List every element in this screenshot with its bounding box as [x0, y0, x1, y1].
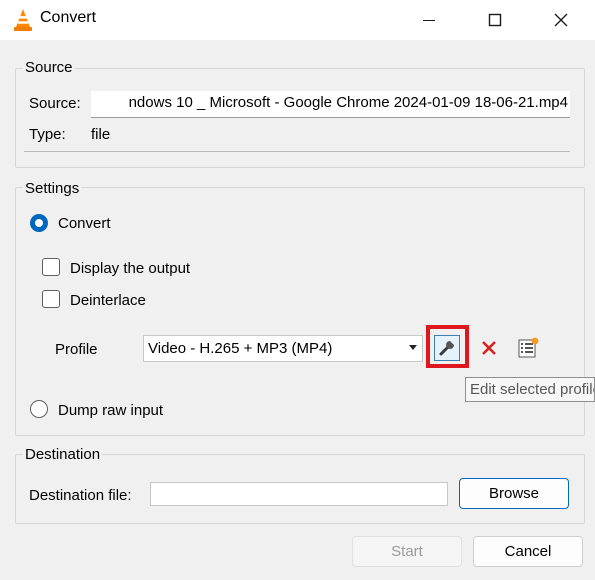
display-output-label[interactable]: Display the output [70, 260, 190, 277]
source-divider [24, 151, 570, 152]
profile-dropdown[interactable]: Video - H.265 + MP3 (MP4) [143, 335, 423, 362]
settings-group-title: Settings [23, 180, 82, 197]
source-label: Source: [29, 95, 81, 112]
red-x-icon [482, 341, 496, 355]
minimize-button[interactable] [406, 0, 452, 40]
display-output-checkbox[interactable] [42, 258, 60, 276]
destination-file-input[interactable] [150, 482, 448, 506]
type-value: file [91, 126, 111, 143]
deinterlace-label[interactable]: Deinterlace [70, 292, 146, 309]
browse-button[interactable]: Browse [459, 478, 569, 509]
highlight-box [426, 325, 469, 368]
vlc-cone-icon [14, 9, 32, 31]
start-button[interactable]: Start [352, 536, 462, 567]
source-group-title: Source [23, 59, 75, 76]
dump-raw-label[interactable]: Dump raw input [58, 402, 163, 419]
maximize-icon [488, 13, 502, 27]
tooltip: Edit selected profile [465, 377, 595, 402]
convert-label[interactable]: Convert [58, 215, 111, 232]
source-group [15, 68, 585, 168]
close-icon [554, 13, 568, 27]
chevron-down-icon [409, 345, 417, 350]
window-title: Convert [40, 9, 97, 26]
delete-profile-button[interactable] [476, 335, 502, 361]
maximize-button[interactable] [472, 0, 518, 40]
profile-selected-value: Video - H.265 + MP3 (MP4) [148, 340, 333, 357]
source-value: ndows 10 _ Microsoft - Google Chrome 202… [128, 94, 568, 111]
new-profile-button[interactable] [515, 335, 541, 361]
deinterlace-checkbox[interactable] [42, 290, 60, 308]
title-bar: Convert [0, 0, 595, 40]
dump-raw-radio[interactable] [30, 400, 48, 418]
minimize-icon [423, 20, 435, 21]
profile-label: Profile [55, 341, 98, 358]
new-profile-icon [518, 337, 539, 358]
source-field[interactable]: ndows 10 _ Microsoft - Google Chrome 202… [91, 91, 570, 118]
destination-group-title: Destination [23, 446, 103, 463]
cancel-button[interactable]: Cancel [473, 536, 583, 567]
close-button[interactable] [538, 0, 584, 40]
destination-file-label: Destination file: [29, 487, 132, 504]
convert-radio[interactable] [30, 214, 48, 232]
type-label: Type: [29, 126, 66, 143]
